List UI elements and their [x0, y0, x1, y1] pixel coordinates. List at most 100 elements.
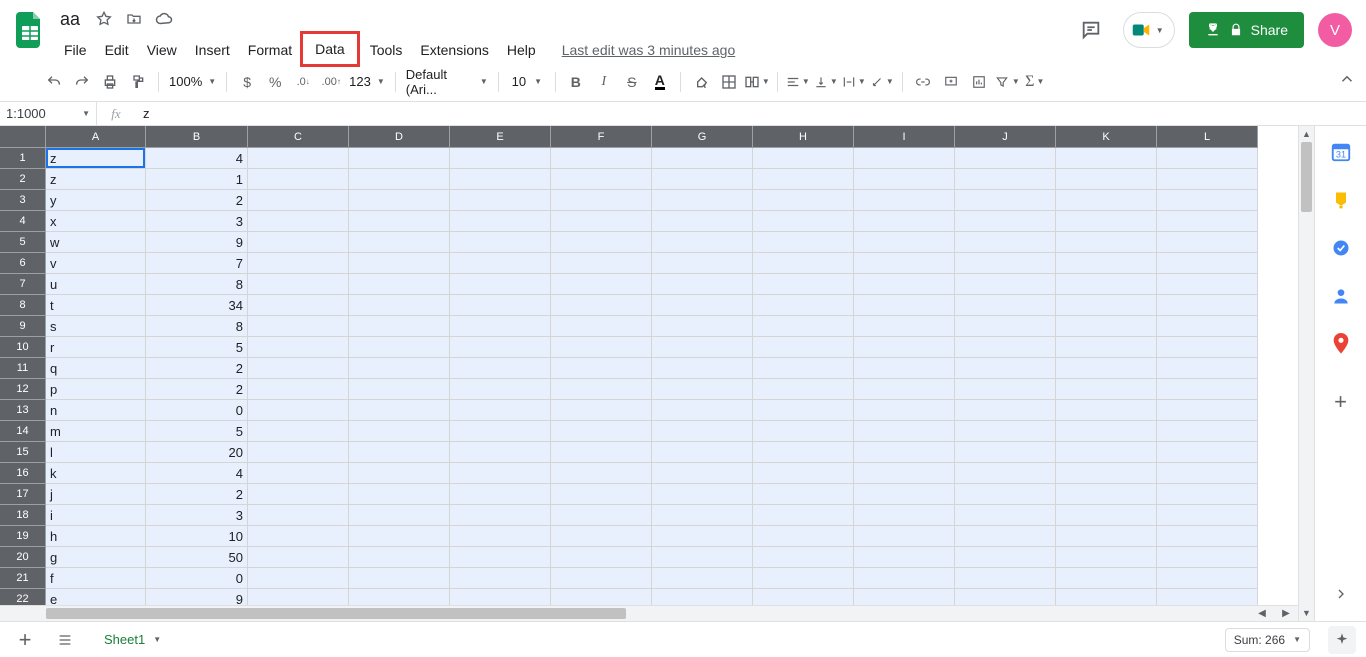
cell[interactable]: 9 — [146, 589, 248, 605]
cell[interactable]: j — [46, 484, 146, 505]
cell[interactable]: 4 — [146, 148, 248, 169]
cell[interactable] — [248, 148, 349, 169]
cell[interactable]: h — [46, 526, 146, 547]
cell[interactable] — [450, 169, 551, 190]
cell[interactable] — [652, 316, 753, 337]
cell[interactable] — [854, 316, 955, 337]
row-header[interactable]: 18 — [0, 505, 46, 526]
cell[interactable] — [652, 421, 753, 442]
row-header[interactable]: 1 — [0, 148, 46, 169]
cell[interactable] — [1157, 526, 1258, 547]
cell[interactable] — [955, 547, 1056, 568]
cell[interactable] — [450, 442, 551, 463]
cell[interactable] — [349, 463, 450, 484]
cell[interactable] — [753, 316, 854, 337]
row-header[interactable]: 5 — [0, 232, 46, 253]
cell[interactable] — [854, 421, 955, 442]
collapse-toolbar-button[interactable] — [1338, 70, 1356, 93]
row-header[interactable]: 2 — [0, 169, 46, 190]
cell[interactable] — [753, 274, 854, 295]
cell[interactable] — [1056, 295, 1157, 316]
more-formats-button[interactable]: 123▼ — [345, 74, 389, 89]
cell[interactable] — [854, 358, 955, 379]
row-header[interactable]: 16 — [0, 463, 46, 484]
spreadsheet-grid[interactable]: ABCDEFGHIJKL 1z42z13y24x35w96v77u88t349s… — [0, 126, 1298, 621]
cell[interactable] — [753, 295, 854, 316]
row-header[interactable]: 21 — [0, 568, 46, 589]
cell[interactable] — [753, 568, 854, 589]
cell[interactable] — [854, 526, 955, 547]
cell[interactable] — [753, 505, 854, 526]
row-header[interactable]: 4 — [0, 211, 46, 232]
cell[interactable] — [450, 526, 551, 547]
text-color-button[interactable]: A — [646, 68, 674, 96]
cell[interactable] — [854, 400, 955, 421]
cell[interactable] — [551, 169, 652, 190]
cell[interactable] — [248, 190, 349, 211]
cell[interactable] — [753, 232, 854, 253]
horizontal-align-button[interactable]: ▼ — [784, 68, 812, 96]
cell[interactable] — [1056, 547, 1157, 568]
cell[interactable] — [753, 421, 854, 442]
cell[interactable] — [955, 295, 1056, 316]
cell[interactable] — [551, 337, 652, 358]
cell[interactable] — [1056, 316, 1157, 337]
cell[interactable] — [551, 400, 652, 421]
column-header[interactable]: L — [1157, 126, 1258, 148]
cell[interactable] — [1157, 148, 1258, 169]
cell[interactable] — [1157, 568, 1258, 589]
cell[interactable]: 2 — [146, 190, 248, 211]
cell[interactable] — [349, 505, 450, 526]
column-header[interactable]: J — [955, 126, 1056, 148]
cell[interactable] — [551, 148, 652, 169]
cell[interactable]: 8 — [146, 316, 248, 337]
keep-icon[interactable] — [1329, 188, 1353, 212]
cell[interactable] — [248, 169, 349, 190]
cell[interactable]: 3 — [146, 211, 248, 232]
cell[interactable] — [854, 274, 955, 295]
cell[interactable] — [854, 169, 955, 190]
fill-color-button[interactable] — [687, 68, 715, 96]
cell[interactable] — [955, 232, 1056, 253]
cell[interactable] — [551, 568, 652, 589]
cell[interactable] — [1157, 190, 1258, 211]
cell[interactable] — [652, 211, 753, 232]
cell[interactable]: r — [46, 337, 146, 358]
column-header[interactable]: B — [146, 126, 248, 148]
cell[interactable] — [349, 547, 450, 568]
cell[interactable] — [551, 421, 652, 442]
cell[interactable] — [248, 484, 349, 505]
cell[interactable] — [248, 421, 349, 442]
cell[interactable] — [854, 148, 955, 169]
cell[interactable] — [955, 211, 1056, 232]
filter-button[interactable]: ▼ — [993, 68, 1021, 96]
cell[interactable]: n — [46, 400, 146, 421]
cell[interactable]: 7 — [146, 253, 248, 274]
cell[interactable]: 2 — [146, 484, 248, 505]
increase-decimal-button[interactable]: .00↑ — [317, 68, 345, 96]
cell[interactable] — [854, 484, 955, 505]
cell[interactable]: 0 — [146, 568, 248, 589]
cell[interactable]: y — [46, 190, 146, 211]
cell[interactable]: v — [46, 253, 146, 274]
menu-file[interactable]: File — [56, 38, 95, 62]
contacts-icon[interactable] — [1329, 284, 1353, 308]
cell[interactable] — [753, 442, 854, 463]
cell[interactable]: q — [46, 358, 146, 379]
all-sheets-button[interactable] — [50, 625, 80, 655]
cell[interactable] — [248, 211, 349, 232]
column-header[interactable]: H — [753, 126, 854, 148]
cell[interactable] — [450, 568, 551, 589]
menu-edit[interactable]: Edit — [97, 38, 137, 62]
cell[interactable]: z — [46, 169, 146, 190]
cell[interactable] — [248, 400, 349, 421]
cell[interactable] — [753, 400, 854, 421]
cell[interactable] — [1157, 547, 1258, 568]
cell[interactable] — [1056, 400, 1157, 421]
cell[interactable]: 2 — [146, 358, 248, 379]
cell[interactable] — [349, 316, 450, 337]
cell[interactable] — [955, 274, 1056, 295]
document-title[interactable]: aa — [56, 9, 84, 30]
cell[interactable] — [551, 232, 652, 253]
cell[interactable] — [753, 484, 854, 505]
